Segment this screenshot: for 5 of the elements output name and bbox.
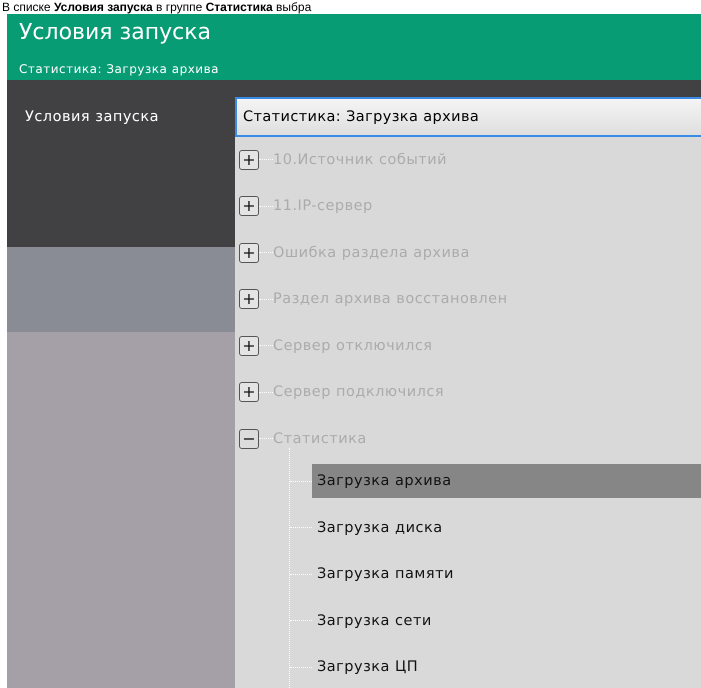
- dialog-title: Условия запуска: [19, 19, 212, 47]
- caption-text: В списке Условия запуска в группе Статистика выбра: [1, 0, 312, 14]
- field-label: Условия запуска: [25, 108, 160, 124]
- dialog-subtitle: Статистика: Загрузка архива: [19, 62, 220, 76]
- dropdown-field[interactable]: Статистика: Загрузка архива: [235, 96, 701, 136]
